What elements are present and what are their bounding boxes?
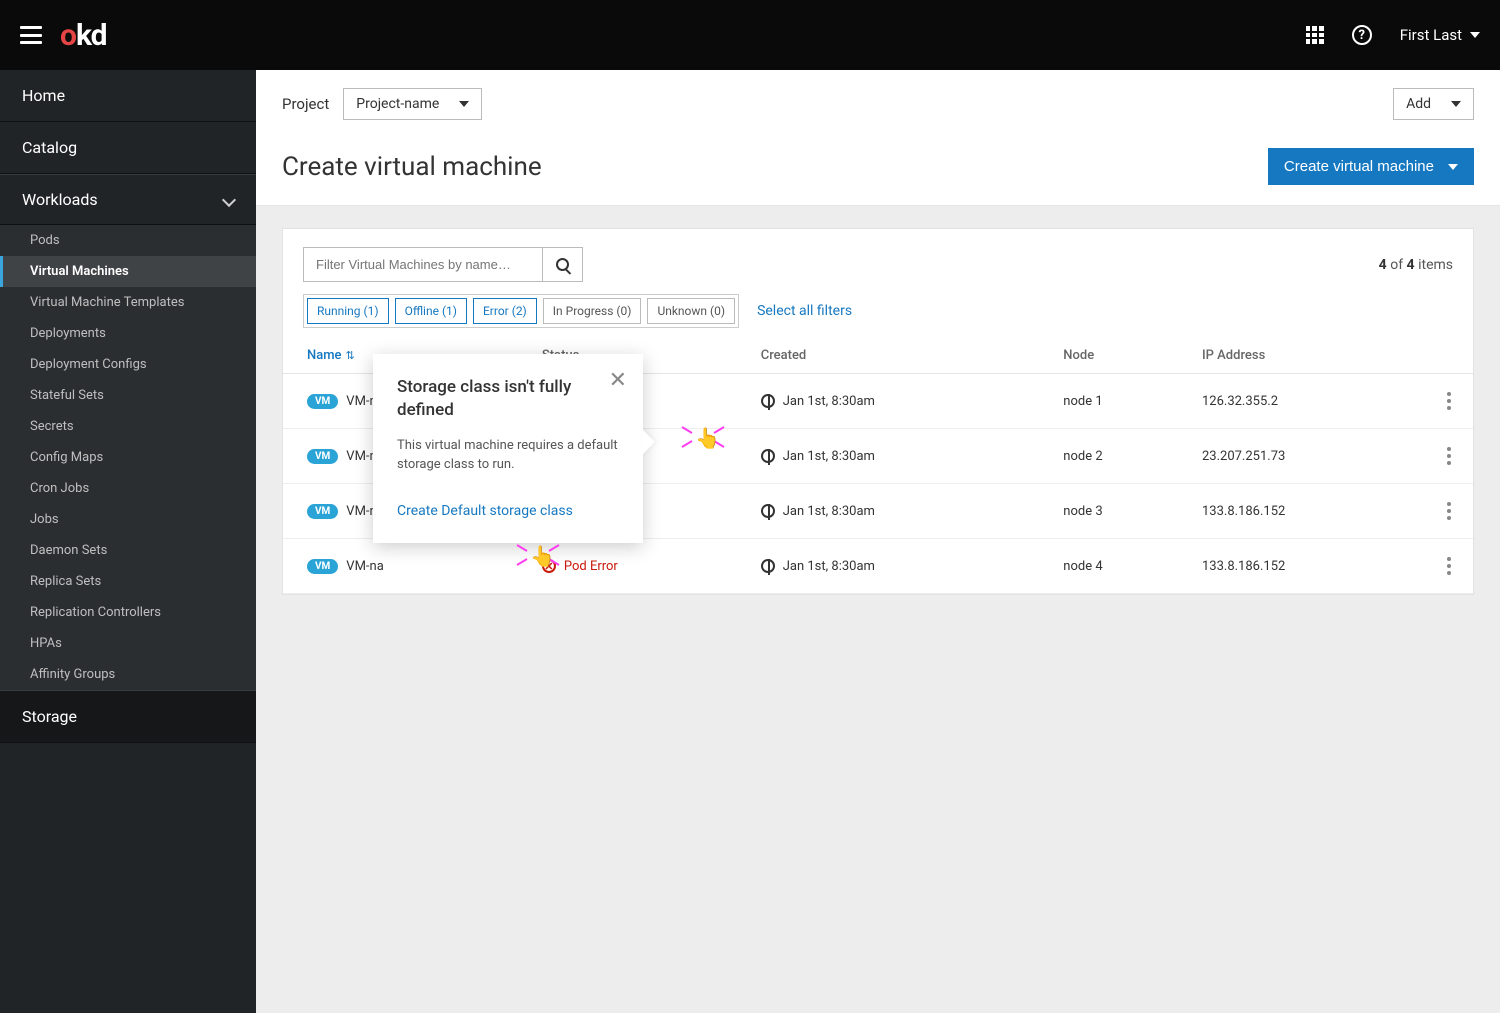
page-header: Project Project-name Add Create virtual … [256, 70, 1500, 206]
row-actions-kebab[interactable] [1437, 388, 1461, 414]
globe-icon [761, 504, 775, 518]
ip-value: 133.8.186.152 [1190, 539, 1425, 594]
table-row: VM VM-na ✕ Pod Error Jan 1st, 8:30am node … [283, 539, 1473, 594]
add-label: Add [1406, 96, 1431, 112]
row-actions-kebab[interactable] [1437, 553, 1461, 579]
project-label: Project [282, 95, 329, 113]
sidebar-item-stateful-sets[interactable]: Stateful Sets [0, 380, 256, 411]
filter-chip-offline[interactable]: Offline (1) [395, 298, 467, 324]
popover-body: This virtual machine requires a default … [397, 436, 619, 475]
sidebar-item-affinity-groups[interactable]: Affinity Groups [0, 659, 256, 690]
create-default-storage-class-link[interactable]: Create Default storage class [397, 503, 573, 519]
globe-icon [761, 394, 775, 408]
sidebar-item-deployment-configs[interactable]: Deployment Configs [0, 349, 256, 380]
main-area: Project Project-name Add Create virtual … [256, 70, 1500, 1013]
close-icon[interactable]: ✕ [609, 368, 627, 393]
sidebar-item-daemon-sets[interactable]: Daemon Sets [0, 535, 256, 566]
create-vm-button[interactable]: Create virtual machine [1268, 148, 1474, 185]
filter-chip-unknown[interactable]: Unknown (0) [647, 298, 735, 324]
project-selector[interactable]: Project-name [343, 88, 482, 120]
created-value: Jan 1st, 8:30am [783, 559, 875, 574]
sidebar: Home Catalog Workloads Pods Virtual Mach… [0, 70, 256, 1013]
filter-chip-group: Running (1) Offline (1) Error (2) In Pro… [303, 294, 739, 328]
search-icon [556, 258, 569, 271]
row-actions-kebab[interactable] [1437, 443, 1461, 469]
logo: okd [60, 18, 107, 53]
globe-icon [761, 449, 775, 463]
items-count: 4 of 4 items [1379, 257, 1453, 273]
sidebar-item-secrets[interactable]: Secrets [0, 411, 256, 442]
node-value: node 2 [1051, 429, 1190, 484]
user-name: First Last [1400, 26, 1462, 44]
page-title: Create virtual machine [282, 152, 542, 182]
row-actions-kebab[interactable] [1437, 498, 1461, 524]
select-all-filters-link[interactable]: Select all filters [757, 303, 852, 319]
vm-badge-icon: VM [307, 559, 338, 574]
project-value: Project-name [356, 96, 439, 112]
filter-search [303, 247, 583, 282]
ip-value: 126.32.355.2 [1190, 374, 1425, 429]
vm-badge-icon: VM [307, 504, 338, 519]
user-menu[interactable]: First Last [1400, 26, 1480, 44]
filter-chip-inprogress[interactable]: In Progress (0) [543, 298, 642, 324]
error-icon: ✕ [542, 559, 556, 573]
vm-badge-icon: VM [307, 394, 338, 409]
sidebar-item-jobs[interactable]: Jobs [0, 504, 256, 535]
popover-title: Storage class isn't fully defined [397, 376, 619, 422]
created-value: Jan 1st, 8:30am [783, 394, 875, 409]
col-node[interactable]: Node [1051, 338, 1190, 374]
globe-icon [761, 559, 775, 573]
sidebar-item-replica-sets[interactable]: Replica Sets [0, 566, 256, 597]
filter-input[interactable] [303, 247, 543, 282]
node-value: node 4 [1051, 539, 1190, 594]
filter-chip-error[interactable]: Error (2) [473, 298, 537, 324]
sidebar-item-vm-templates[interactable]: Virtual Machine Templates [0, 287, 256, 318]
ip-value: 133.8.186.152 [1190, 484, 1425, 539]
created-value: Jan 1st, 8:30am [783, 449, 875, 464]
vm-name[interactable]: VM-na [346, 559, 383, 574]
col-ip[interactable]: IP Address [1190, 338, 1425, 374]
add-button[interactable]: Add [1393, 88, 1474, 120]
sidebar-item-deployments[interactable]: Deployments [0, 318, 256, 349]
chevron-down-icon [1451, 101, 1461, 107]
items-shown: 4 [1379, 257, 1387, 273]
sidebar-sublist-workloads: Pods Virtual Machines Virtual Machine Te… [0, 225, 256, 690]
sidebar-item-virtual-machines[interactable]: Virtual Machines [0, 256, 256, 287]
chevron-down-icon [459, 101, 469, 107]
sidebar-item-storage[interactable]: Storage [0, 690, 256, 743]
sidebar-item-hpas[interactable]: HPAs [0, 628, 256, 659]
sidebar-item-cron-jobs[interactable]: Cron Jobs [0, 473, 256, 504]
top-bar: okd ? First Last [0, 0, 1500, 70]
sort-icon: ⇅ [346, 349, 355, 362]
items-total: 4 [1407, 257, 1415, 273]
help-icon[interactable]: ? [1352, 25, 1372, 45]
chevron-down-icon [222, 192, 236, 206]
sidebar-item-replication-controllers[interactable]: Replication Controllers [0, 597, 256, 628]
sidebar-section-workloads[interactable]: Workloads [0, 174, 256, 225]
content-panel: 4 of 4 items Running (1) Offline (1) Err… [282, 228, 1474, 595]
node-value: node 1 [1051, 374, 1190, 429]
filter-chip-running[interactable]: Running (1) [307, 298, 389, 324]
status-text: Pod Error [564, 559, 618, 574]
sidebar-item-catalog[interactable]: Catalog [0, 122, 256, 174]
storage-class-popover: ✕ Storage class isn't fully defined This… [373, 354, 643, 543]
create-vm-label: Create virtual machine [1284, 158, 1434, 175]
sidebar-item-pods[interactable]: Pods [0, 225, 256, 256]
node-value: node 3 [1051, 484, 1190, 539]
chevron-down-icon [1470, 32, 1480, 38]
ip-value: 23.207.251.73 [1190, 429, 1425, 484]
logo-kd: kd [76, 18, 107, 53]
created-value: Jan 1st, 8:30am [783, 504, 875, 519]
hamburger-icon[interactable] [20, 26, 42, 44]
col-created[interactable]: Created [749, 338, 1052, 374]
logo-o: o [60, 18, 76, 53]
sidebar-item-config-maps[interactable]: Config Maps [0, 442, 256, 473]
vm-badge-icon: VM [307, 449, 338, 464]
sidebar-section-label: Workloads [22, 190, 98, 209]
sidebar-item-home[interactable]: Home [0, 70, 256, 122]
search-button[interactable] [543, 247, 583, 282]
apps-grid-icon[interactable] [1306, 26, 1324, 44]
chevron-down-icon [1448, 164, 1458, 170]
